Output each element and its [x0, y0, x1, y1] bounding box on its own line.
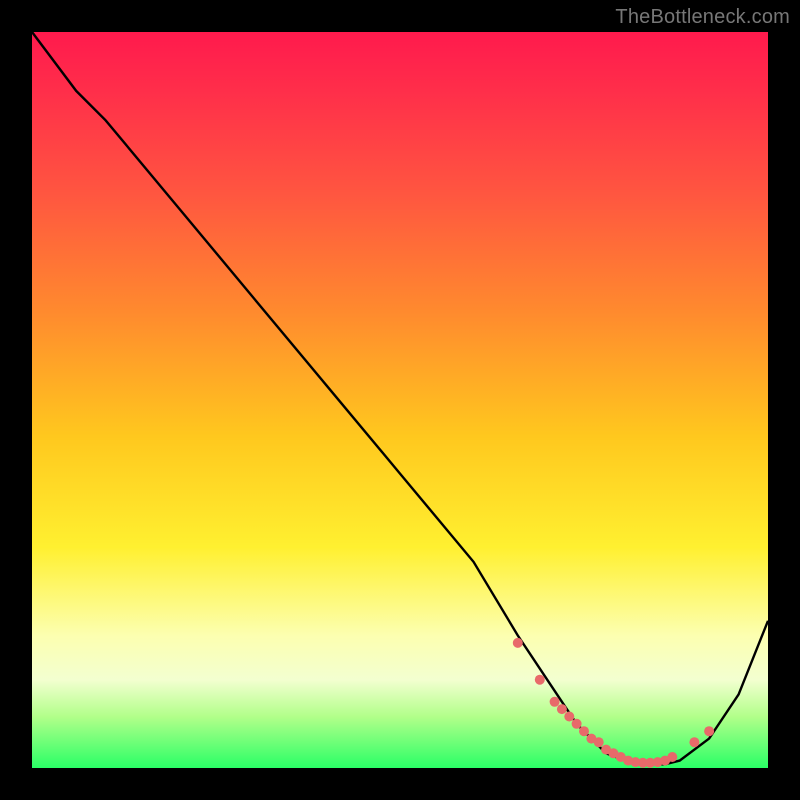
sample-dot: [594, 737, 604, 747]
sample-dot: [572, 719, 582, 729]
bottleneck-svg: [32, 32, 768, 768]
chart-frame: TheBottleneck.com: [0, 0, 800, 800]
watermark-text: TheBottleneck.com: [615, 6, 790, 29]
sample-dot: [667, 752, 677, 762]
bottleneck-curve: [32, 32, 768, 764]
plot-area: [32, 32, 768, 768]
sample-dot: [579, 726, 589, 736]
sample-dot: [550, 697, 560, 707]
sample-dot: [513, 638, 523, 648]
sample-dot: [689, 737, 699, 747]
sample-dot: [557, 704, 567, 714]
sample-dots: [513, 638, 714, 768]
sample-dot: [564, 712, 574, 722]
sample-dot: [704, 726, 714, 736]
sample-dot: [535, 675, 545, 685]
